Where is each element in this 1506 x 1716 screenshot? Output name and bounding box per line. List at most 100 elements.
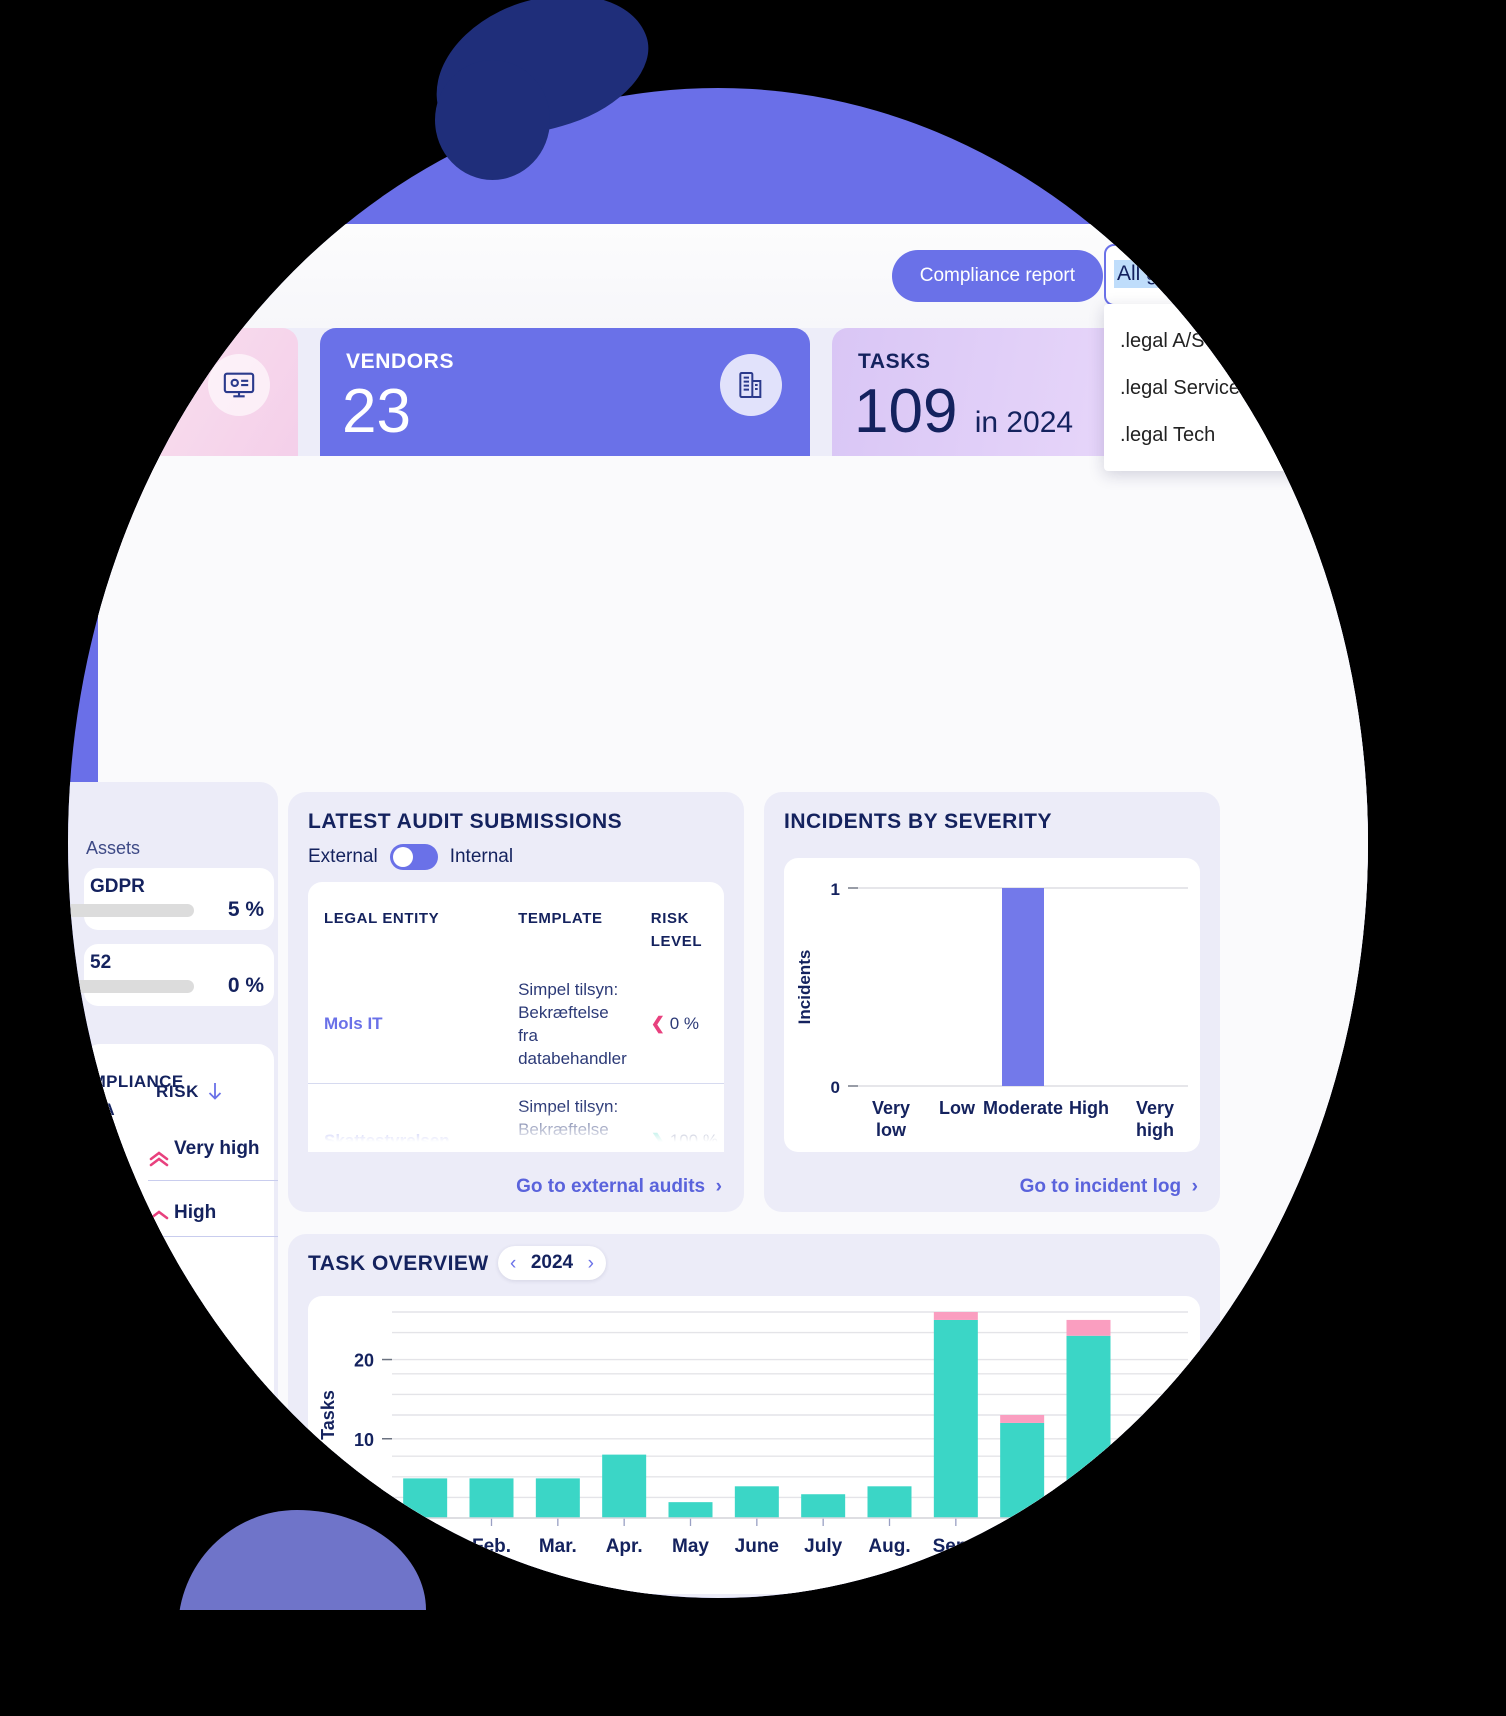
risk-table-row[interactable]: PR Very high	[74, 1132, 274, 1186]
svg-text:Low: Low	[939, 1098, 976, 1118]
audit-template-cell: Simpel tilsyn: Bekræftelse fra databehan…	[518, 980, 627, 1068]
audit-col-template: TEMPLATE	[518, 910, 603, 927]
audit-risk-value: 0 %	[669, 1014, 700, 1034]
screenshot-root: Compliance report VENDORS 23 TASKS 109 i…	[0, 0, 1506, 1716]
task-chart-wrapper: 0 10 20 Tasks Jan. Feb. Mar. Apr. May June July Aug…	[308, 1296, 1200, 1594]
mini-card-gdpr[interactable]: GDPR 5 %	[68, 868, 274, 930]
svg-text:May: May	[672, 1536, 709, 1557]
audit-scope-toggle-group: External Internal	[308, 844, 513, 870]
chevron-right-icon: ›	[260, 1494, 272, 1515]
kpi-label-tasks: TASKS	[858, 350, 931, 373]
org-option-legal-as[interactable]: .legal A/S	[1104, 318, 1368, 365]
risk-row-value: Very high	[174, 1138, 260, 1159]
dashboard-body: Assets GDPR 5 % 52 0 % OMPLIANCE REA RIS…	[68, 456, 1368, 1598]
org-option-legal-services[interactable]: .legal Services	[1104, 365, 1368, 412]
task-overview-bar-chart: 0 10 20 Tasks Jan. Feb. Mar. Apr. May June July Aug…	[318, 1311, 1188, 1557]
kpi-value-tasks: 109 in 2024	[854, 377, 1073, 446]
org-option-legal-tech[interactable]: .legal Tech	[1104, 412, 1368, 459]
progress-bar	[68, 904, 194, 917]
audit-scope-switch[interactable]	[389, 844, 438, 870]
chevron-up-icon: ❮	[650, 1014, 666, 1034]
chevron-double-up-icon	[146, 1146, 172, 1172]
mini-card-52[interactable]: 52 0 %	[68, 944, 274, 1006]
audit-card-link[interactable]: Go to external audits ›	[516, 1176, 722, 1198]
risk-table-header-line2: REA	[78, 1100, 116, 1119]
arrow-down-icon[interactable]	[206, 1080, 224, 1102]
svg-text:July: July	[804, 1536, 842, 1557]
close-icon[interactable]	[1290, 262, 1312, 284]
compliance-report-button[interactable]: Compliance report	[891, 250, 1103, 302]
audit-risk-value: 100 %	[669, 1131, 718, 1151]
risk-card-link[interactable]: to risk ›	[198, 1494, 272, 1516]
assets-monitor-icon	[208, 354, 270, 416]
kpi-value-vendors: 23	[342, 377, 411, 446]
chevron-up-icon	[146, 1202, 172, 1228]
table-row[interactable]: Mols IT Simpel tilsyn: Bekræftelse fra d…	[308, 967, 724, 1083]
toggle-label-external: External	[308, 846, 378, 867]
mini-card-52-pct: 0 %	[227, 974, 264, 997]
incidents-bar-chart: 01IncidentsVerylowLow Moderate High Veryhig…	[795, 880, 1188, 1140]
assets-label: Assets	[86, 838, 141, 858]
change-organisation-select[interactable]: Change organisation All group companies …	[1104, 234, 1368, 471]
kpi-label-vendors: VENDORS	[346, 350, 455, 373]
divider	[148, 1180, 278, 1181]
chevron-right-icon: ›	[1186, 1176, 1198, 1197]
org-select-legend: Change organisation	[1118, 234, 1252, 249]
svg-text:0: 0	[364, 1509, 374, 1529]
svg-text:Incidents: Incidents	[795, 950, 814, 1025]
incidents-card-link[interactable]: Go to incident log ›	[1020, 1176, 1198, 1198]
chevron-left-icon[interactable]: ‹	[510, 1254, 516, 1273]
kpi-value-tasks-number: 109	[854, 377, 958, 446]
audit-entity-link[interactable]: Skattestyrelsen	[324, 1131, 450, 1150]
audit-col-legal-entity: LEGAL ENTITY	[324, 910, 440, 927]
svg-text:Nov.: Nov.	[1069, 1536, 1109, 1557]
svg-text:Aug.: Aug.	[868, 1536, 910, 1557]
latest-audit-submissions-card: LATEST AUDIT SUBMISSIONS External Intern…	[288, 792, 744, 1212]
dashboard-window: Compliance report VENDORS 23 TASKS 109 i…	[68, 224, 1368, 1598]
chevron-down-icon: ❯	[650, 1131, 666, 1151]
svg-text:Feb.: Feb.	[472, 1536, 511, 1557]
risk-area-table-card: OMPLIANCE REA RISK PR Very high High	[78, 1044, 278, 1484]
chevron-right-icon: ›	[710, 1176, 722, 1197]
svg-text:Moderate: Moderate	[983, 1098, 1063, 1118]
svg-text:Tasks: Tasks	[318, 1390, 338, 1440]
chevron-right-icon[interactable]: ›	[588, 1254, 594, 1273]
table-row[interactable]: Skattestyrelsen Simpel tilsyn: Bekræftel…	[308, 1082, 724, 1152]
svg-text:10: 10	[354, 1430, 374, 1450]
audit-entity-link[interactable]: Mols IT	[324, 1014, 383, 1033]
svg-text:Apr.: Apr.	[606, 1536, 643, 1557]
year-selector: ‹ 2024 ›	[498, 1246, 606, 1280]
progress-bar	[68, 980, 194, 993]
audit-table: LEGAL ENTITY TEMPLATE RISK LEVEL Mols IT …	[308, 882, 724, 1152]
incidents-card-link-label: Go to incident log	[1019, 1176, 1182, 1197]
svg-text:Oct.: Oct.	[1004, 1536, 1041, 1557]
incidents-card-title: INCIDENTS BY SEVERITY	[784, 810, 1052, 833]
risk-row-value: High	[174, 1202, 217, 1223]
dashboard-window-clip: Compliance report VENDORS 23 TASKS 109 i…	[68, 88, 1368, 1598]
svg-text:20: 20	[354, 1351, 374, 1371]
svg-text:Sept.: Sept.	[933, 1536, 979, 1557]
risk-column-header: RISK	[156, 1082, 200, 1101]
task-overview-card: TASK OVERVIEW ‹ 2024 › 0 10 20 Tasks Jan. Feb…	[288, 1234, 1220, 1598]
svg-text:Mar.: Mar.	[539, 1536, 577, 1557]
mini-card-gdpr-title: GDPR	[90, 876, 145, 897]
compliance-overview-card: Assets GDPR 5 % 52 0 % OMPLIANCE REA RIS…	[68, 782, 278, 1572]
svg-text:Jan.: Jan.	[406, 1536, 444, 1557]
svg-text:Very: Very	[872, 1098, 910, 1118]
audit-card-title: LATEST AUDIT SUBMISSIONS	[308, 810, 623, 833]
chevron-up-icon[interactable]	[1328, 263, 1350, 285]
audit-template-cell: Simpel tilsyn: Bekræftelse fra databehan…	[502, 1082, 635, 1152]
year-value: 2024	[530, 1252, 574, 1273]
audit-table-wrapper: LEGAL ENTITY TEMPLATE RISK LEVEL Mols IT …	[308, 882, 724, 1152]
risk-table-row[interactable]: High	[74, 1188, 274, 1242]
toggle-label-internal: Internal	[449, 846, 514, 867]
svg-text:low: low	[876, 1120, 907, 1140]
mini-card-52-title: 52	[90, 952, 112, 973]
svg-text:Very: Very	[1136, 1098, 1174, 1118]
risk-card-link-label: to risk	[198, 1494, 256, 1515]
org-select-dropdown: .legal A/S .legal Services .legal Tech	[1104, 304, 1368, 471]
incidents-by-severity-card: INCIDENTS BY SEVERITY 0 1 Incidents Very low…	[764, 792, 1220, 1212]
svg-text:June: June	[735, 1536, 779, 1557]
vendors-building-icon	[720, 354, 782, 416]
audit-col-risk-level: RISK LEVEL	[650, 910, 703, 950]
